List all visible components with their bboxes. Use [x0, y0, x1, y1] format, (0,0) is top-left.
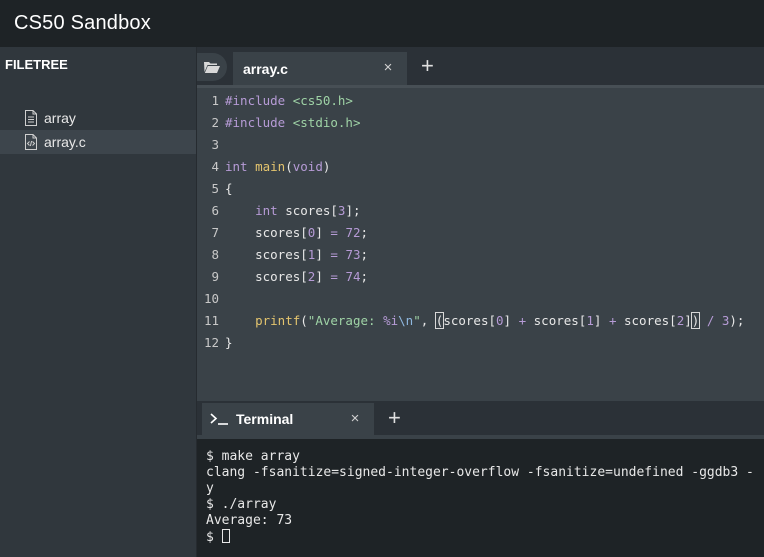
file-tree-item-label: array: [44, 110, 76, 126]
line-number: 7: [211, 224, 219, 240]
line-number: 6: [211, 202, 219, 218]
code-line: 10: [197, 287, 764, 309]
line-number: 4: [211, 158, 219, 174]
add-terminal-button[interactable]: +: [388, 407, 401, 429]
code-text: #include <stdio.h>: [225, 114, 361, 130]
terminal-line: y: [206, 481, 214, 496]
line-number: 9: [211, 268, 219, 284]
code-text: int main(void): [225, 158, 331, 174]
code-line: 2 #include <stdio.h>: [197, 111, 764, 133]
code-line: 3: [197, 133, 764, 155]
code-line: 1 #include <cs50.h>: [197, 89, 764, 111]
tab-label: Terminal: [236, 411, 294, 427]
code-editor[interactable]: 1 #include <cs50.h> 2 #include <stdio.h>…: [197, 85, 764, 401]
code-text: scores[1] = 73;: [225, 246, 369, 262]
code-line: 5 {: [197, 177, 764, 199]
code-file-icon: [25, 134, 37, 150]
line-number: 3: [211, 136, 219, 152]
tab-label: array.c: [243, 60, 288, 77]
terminal-output[interactable]: $ make array clang -fsanitize=signed-int…: [197, 435, 764, 557]
app-title: CS50 Sandbox: [14, 12, 151, 34]
tab-array-c[interactable]: array.c ×: [233, 52, 407, 85]
open-folder-button[interactable]: [197, 53, 227, 81]
code-text: int scores[3];: [255, 202, 361, 218]
code-line: 11 printf("Average: %i\n", (scores[0] + …: [197, 309, 764, 331]
line-number: 5: [211, 180, 219, 196]
line-number: 12: [203, 334, 219, 350]
code-line: 12 }: [197, 331, 764, 353]
code-line: 8 scores[1] = 73;: [197, 243, 764, 265]
line-number: 2: [211, 114, 219, 130]
terminal-prompt: $: [206, 530, 222, 545]
code-text: scores[0] = 72;: [225, 224, 369, 240]
line-number: 8: [211, 246, 219, 262]
close-icon[interactable]: ×: [381, 60, 395, 76]
editor-tab-bar: array.c × +: [197, 47, 764, 85]
terminal-cursor: [221, 529, 230, 543]
terminal-line: $ ./array: [206, 497, 277, 512]
line-number: 1: [211, 92, 219, 108]
code-text: }: [225, 334, 233, 350]
terminal-tab-bar: Terminal × +: [197, 401, 764, 435]
add-tab-button[interactable]: +: [421, 55, 434, 77]
terminal-line: clang -fsanitize=signed-integer-overflow…: [206, 465, 754, 480]
code-text: printf("Average: %i\n", (scores[0] + sco…: [255, 311, 745, 329]
terminal-prompt-line[interactable]: $: [206, 529, 764, 545]
line-number: 10: [203, 290, 219, 306]
code-line: 9 scores[2] = 74;: [197, 265, 764, 287]
code-line: 6 int scores[3];: [197, 199, 764, 221]
line-number: 11: [203, 312, 219, 328]
title-bar: CS50 Sandbox: [0, 0, 764, 47]
file-tree-item-label: array.c: [44, 134, 86, 150]
terminal-line: Average: 73: [206, 513, 293, 528]
close-icon[interactable]: ×: [348, 411, 362, 427]
file-tree-item-array[interactable]: array: [0, 106, 196, 130]
folder-open-icon: [204, 62, 220, 73]
code-text: #include <cs50.h>: [225, 92, 353, 108]
file-tree-sidebar: FILETREE array array.c: [0, 47, 197, 557]
terminal-prompt-icon: [210, 413, 228, 425]
code-line: 7 scores[0] = 72;: [197, 221, 764, 243]
code-line: 4 int main(void): [197, 155, 764, 177]
file-icon: [25, 110, 37, 126]
terminal-line: $ make array: [206, 449, 300, 464]
tab-terminal[interactable]: Terminal ×: [202, 403, 374, 435]
code-text: {: [225, 180, 233, 196]
file-tree-item-array-c[interactable]: array.c: [0, 130, 196, 154]
file-tree-heading: FILETREE: [5, 57, 68, 72]
code-text: scores[2] = 74;: [225, 268, 369, 284]
